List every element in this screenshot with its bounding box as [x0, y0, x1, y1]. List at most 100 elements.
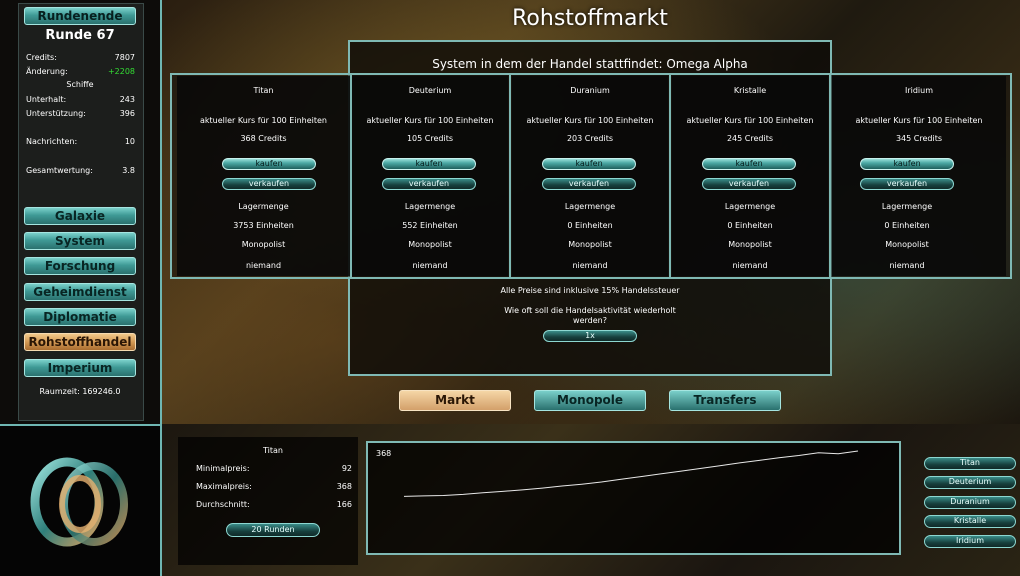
stat-messages-value: 10: [124, 137, 135, 146]
tab-transfers[interactable]: Transfers: [669, 390, 781, 411]
stat-score-value: 3.8: [122, 166, 135, 175]
buy-deuterium-button[interactable]: kaufen: [382, 158, 476, 170]
storage-value: 0 Einheiten: [567, 221, 613, 230]
max-price-value: 368: [336, 482, 352, 491]
resource-price: 105 Credits: [406, 134, 454, 143]
resource-price: 245 Credits: [726, 134, 774, 143]
max-price-label: Maximalpreis:: [196, 482, 252, 491]
nav-rohstoffhandel-button[interactable]: Rohstoffhandel: [24, 333, 136, 351]
tab-monopole[interactable]: Monopole: [534, 390, 646, 411]
stat-credits-value: 7807: [114, 53, 135, 62]
column-divider: [829, 73, 831, 279]
stat-support-value: 396: [119, 109, 135, 118]
min-price-label: Minimalpreis:: [196, 464, 250, 473]
nav-geheimdienst-button[interactable]: Geheimdienst: [24, 283, 136, 301]
sell-deuterium-button[interactable]: verkaufen: [382, 178, 476, 190]
column-divider: [669, 73, 671, 279]
rate-label: aktueller Kurs für 100 Einheiten: [199, 116, 327, 125]
monopolist-label: Monopolist: [408, 240, 452, 249]
storage-label: Lagermenge: [724, 202, 776, 211]
round-label: Runde 67: [45, 28, 115, 43]
storage-label: Lagermenge: [564, 202, 616, 211]
storage-label: Lagermenge: [238, 202, 289, 211]
stat-change-label: Änderung:: [26, 67, 68, 76]
rate-label: aktueller Kurs für 100 Einheiten: [686, 116, 814, 125]
resource-column-titan: Titan aktueller Kurs für 100 Einheiten 3…: [177, 76, 350, 276]
stat-credits-label: Credits:: [26, 53, 57, 62]
resource-name: Kristalle: [733, 86, 767, 95]
nav-galaxie-button[interactable]: Galaxie: [24, 207, 136, 225]
tab-markt[interactable]: Markt: [399, 390, 511, 411]
empire-logo-icon: [30, 457, 128, 547]
price-stats-panel: Titan Minimalpreis: 92 Maximalpreis: 368…: [178, 437, 358, 565]
monopolist-label: Monopolist: [885, 240, 929, 249]
price-chart-frame: 368: [366, 441, 901, 555]
nav-forschung-button[interactable]: Forschung: [24, 257, 136, 275]
monopolist-label: Monopolist: [728, 240, 772, 249]
rounds-button[interactable]: 20 Runden: [226, 523, 320, 537]
repeat-question: Wie oft soll die Handelsaktivität wieder…: [504, 306, 676, 325]
storage-value: 552 Einheiten: [402, 221, 458, 230]
monopolist-value: niemand: [889, 261, 925, 270]
resource-column-iridium: Iridium aktueller Kurs für 100 Einheiten…: [832, 76, 1006, 276]
resource-price: 345 Credits: [895, 134, 943, 143]
stat-messages-label: Nachrichten:: [26, 137, 78, 146]
nav-imperium-button[interactable]: Imperium: [24, 359, 136, 377]
rate-label: aktueller Kurs für 100 Einheiten: [526, 116, 654, 125]
space-time-label: Raumzeit: 169246.0: [39, 387, 121, 396]
buy-duranium-button[interactable]: kaufen: [542, 158, 636, 170]
column-divider: [509, 73, 511, 279]
resource-price: 368 Credits: [240, 134, 287, 143]
select-duranium-button[interactable]: Duranium: [924, 496, 1016, 509]
resource-column-duranium: Duranium aktueller Kurs für 100 Einheite…: [512, 76, 668, 276]
tax-note: Alle Preise sind inklusive 15% Handelsst…: [500, 286, 680, 295]
avg-price-label: Durchschnitt:: [196, 500, 250, 509]
buy-iridium-button[interactable]: kaufen: [860, 158, 954, 170]
resource-column-deuterium: Deuterium aktueller Kurs für 100 Einheit…: [352, 76, 508, 276]
sell-duranium-button[interactable]: verkaufen: [542, 178, 636, 190]
storage-label: Lagermenge: [404, 202, 456, 211]
sell-kristalle-button[interactable]: verkaufen: [702, 178, 796, 190]
monopolist-value: niemand: [572, 261, 608, 270]
rate-label: aktueller Kurs für 100 Einheiten: [366, 116, 494, 125]
stat-ships-heading: Schiffe: [66, 80, 94, 89]
select-kristalle-button[interactable]: Kristalle: [924, 515, 1016, 528]
price-line-chart: [403, 450, 859, 497]
monopolist-value: niemand: [245, 261, 282, 270]
logo-panel: [0, 424, 162, 576]
resource-name: Titan: [253, 86, 274, 95]
stat-change-value: +2208: [107, 67, 135, 76]
resource-column-kristalle: Kristalle aktueller Kurs für 100 Einheit…: [672, 76, 828, 276]
sell-titan-button[interactable]: verkaufen: [222, 178, 316, 190]
sell-iridium-button[interactable]: verkaufen: [860, 178, 954, 190]
storage-value: 3753 Einheiten: [233, 221, 294, 230]
end-round-button[interactable]: Rundenende: [24, 7, 136, 25]
stat-upkeep-label: Unterhalt:: [26, 95, 67, 104]
repeat-count-button[interactable]: 1x: [543, 330, 637, 342]
rate-label: aktueller Kurs für 100 Einheiten: [855, 116, 983, 125]
stats-resource-name: Titan: [263, 446, 283, 455]
page-title: Rohstoffmarkt: [512, 6, 668, 31]
resource-price: 203 Credits: [566, 134, 614, 143]
monopolist-value: niemand: [732, 261, 768, 270]
min-price-value: 92: [341, 464, 352, 473]
buy-titan-button[interactable]: kaufen: [222, 158, 316, 170]
nav-diplomatie-button[interactable]: Diplomatie: [24, 308, 136, 326]
buy-kristalle-button[interactable]: kaufen: [702, 158, 796, 170]
monopolist-label: Monopolist: [568, 240, 612, 249]
select-deuterium-button[interactable]: Deuterium: [924, 476, 1016, 489]
nav-system-button[interactable]: System: [24, 232, 136, 250]
system-title: System in dem der Handel stattfindet: Om…: [432, 57, 748, 71]
select-titan-button[interactable]: Titan: [924, 457, 1016, 470]
stat-support-label: Unterstützung:: [26, 109, 86, 118]
storage-value: 0 Einheiten: [727, 221, 773, 230]
monopolist-label: Monopolist: [241, 240, 286, 249]
avg-price-value: 166: [336, 500, 352, 509]
stat-upkeep-value: 243: [119, 95, 135, 104]
resource-name: Deuterium: [408, 86, 452, 95]
resource-name: Duranium: [570, 86, 610, 95]
select-iridium-button[interactable]: Iridium: [924, 535, 1016, 548]
storage-label: Lagermenge: [881, 202, 933, 211]
monopolist-value: niemand: [412, 261, 448, 270]
column-divider: [350, 73, 352, 279]
